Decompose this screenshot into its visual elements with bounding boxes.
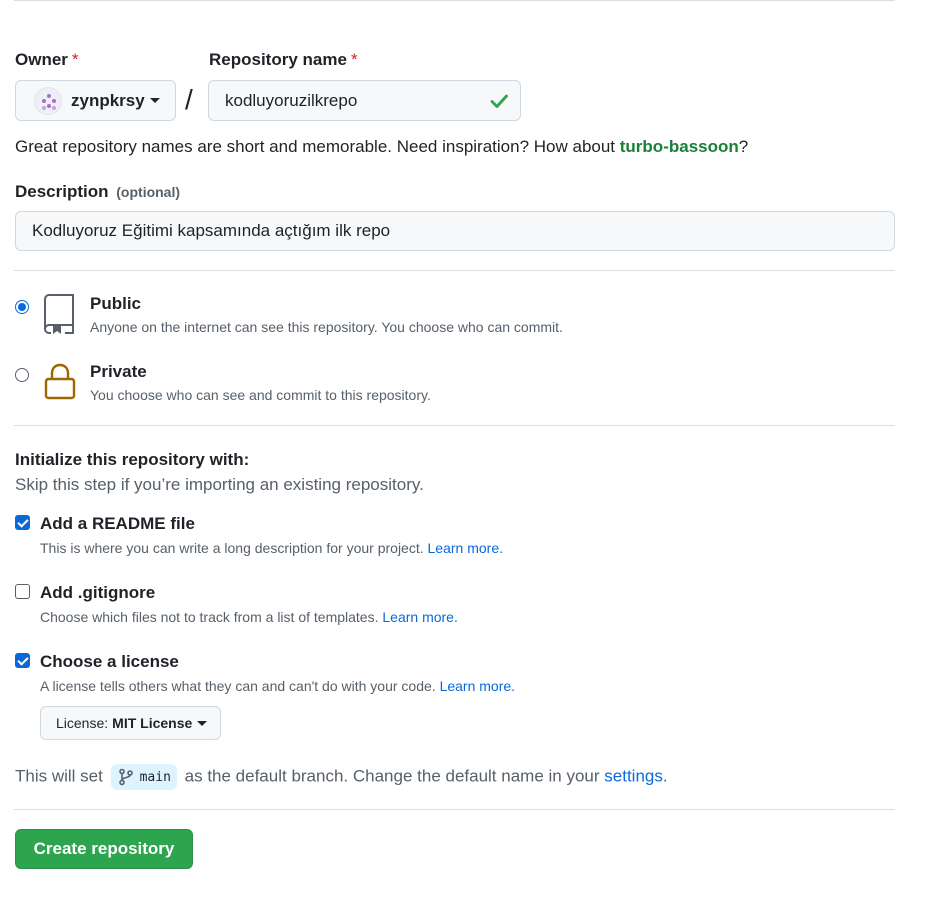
gitignore-checkbox[interactable] — [15, 584, 30, 599]
repo-name-label: Repository name * — [209, 50, 358, 70]
description-value: Kodluyoruz Eğitimi kapsamında açtığım il… — [32, 221, 391, 240]
branch-name-badge: main — [110, 764, 177, 790]
lock-icon — [44, 363, 76, 400]
readme-desc: This is where you can write a long descr… — [40, 540, 503, 556]
divider — [14, 425, 895, 426]
readme-title: Add a README file — [40, 514, 195, 533]
license-checkbox[interactable] — [15, 653, 30, 668]
gitignore-title: Add .gitignore — [40, 583, 156, 602]
branch-name: main — [139, 769, 171, 785]
hint-suffix: ? — [738, 137, 749, 156]
description-input[interactable]: Kodluyoruz Eğitimi kapsamında açtığım il… — [15, 211, 895, 251]
initialize-heading: Initialize this repository with: — [15, 450, 250, 469]
license-desc: A license tells others what they can and… — [40, 678, 515, 694]
private-desc: You choose who can see and commit to thi… — [90, 387, 431, 403]
repo-name-required-mark: * — [350, 50, 358, 69]
branch-prefix: This will set — [15, 766, 103, 786]
divider — [14, 809, 895, 810]
repo-name-label-text: Repository name — [209, 50, 347, 69]
owner-required-mark: * — [71, 50, 79, 69]
license-button-value: MIT License — [112, 715, 193, 731]
create-repository-button[interactable]: Create repository — [15, 829, 193, 869]
private-radio[interactable] — [15, 368, 29, 382]
caret-down-icon — [197, 720, 208, 726]
branch-suffix: . — [662, 766, 668, 786]
gitignore-learn-more-link[interactable]: Learn more. — [382, 609, 457, 625]
repo-name-hint: Great repository names are short and mem… — [15, 137, 748, 157]
top-divider — [14, 0, 895, 1]
name-suggestion-link[interactable]: turbo-bassoon — [620, 137, 739, 156]
description-optional: (optional) — [116, 184, 181, 200]
avatar — [34, 86, 62, 115]
git-branch-icon — [118, 768, 133, 786]
owner-label: Owner * — [15, 50, 79, 70]
hint-text: Great repository names are short and mem… — [15, 137, 620, 156]
readme-learn-more-link[interactable]: Learn more. — [428, 540, 503, 556]
owner-value: zynpkrsy — [71, 90, 145, 110]
owner-repo-separator: / — [185, 84, 193, 115]
description-label-text: Description — [15, 182, 109, 201]
repo-name-value: kodluyoruzilkrepo — [225, 90, 358, 110]
branch-middle-text: as the default branch. Change the defaul… — [184, 766, 600, 786]
divider — [14, 270, 895, 271]
public-desc: Anyone on the internet can see this repo… — [90, 319, 563, 335]
readme-desc-text: This is where you can write a long descr… — [40, 540, 424, 556]
initialize-subheading: Skip this step if you’re importing an ex… — [15, 475, 424, 494]
license-learn-more-link[interactable]: Learn more. — [440, 678, 515, 694]
gitignore-desc-text: Choose which files not to track from a l… — [40, 609, 379, 625]
description-label: Description (optional) — [15, 182, 180, 202]
public-title: Public — [90, 294, 142, 313]
settings-link[interactable]: settings — [604, 766, 663, 785]
check-icon — [490, 94, 508, 108]
private-title: Private — [90, 362, 147, 381]
caret-down-icon — [149, 98, 160, 103]
readme-checkbox[interactable] — [15, 515, 30, 530]
repo-name-input[interactable]: kodluyoruzilkrepo — [208, 80, 521, 121]
public-radio[interactable] — [15, 300, 29, 314]
license-button-prefix: License: — [56, 715, 109, 731]
license-title: Choose a license — [40, 652, 179, 671]
license-desc-text: A license tells others what they can and… — [40, 678, 436, 694]
default-branch-note: This will set main as the default branch… — [15, 764, 668, 790]
owner-select-button[interactable]: zynpkrsy — [15, 80, 176, 121]
owner-label-text: Owner — [15, 50, 68, 69]
license-select-button[interactable]: License: MIT License — [40, 706, 221, 740]
gitignore-desc: Choose which files not to track from a l… — [40, 609, 458, 625]
repo-icon — [44, 294, 74, 334]
